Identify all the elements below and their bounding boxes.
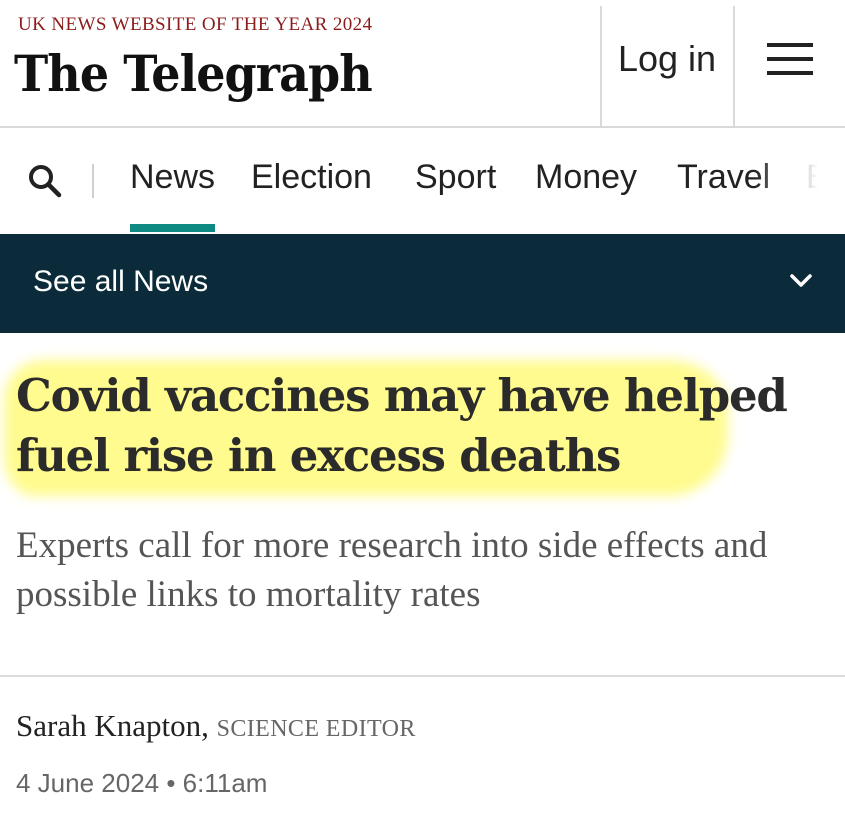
site-header: UK NEWS WEBSITE OF THE YEAR 2024 The Tel… <box>0 0 845 128</box>
hamburger-icon <box>767 43 813 75</box>
nav-item-news[interactable]: News <box>130 158 216 232</box>
login-button[interactable]: Log in <box>602 0 732 126</box>
article-headline: Covid vaccines may have helped fuel rise… <box>16 369 788 482</box>
divider <box>0 675 845 677</box>
nav-item-money[interactable]: Money <box>535 158 637 197</box>
author-name[interactable]: Sarah Knapton, <box>16 708 209 743</box>
search-button[interactable] <box>28 164 62 198</box>
nav-item-election[interactable]: Election <box>251 158 372 197</box>
section-bar[interactable]: See all News <box>0 234 845 333</box>
award-banner: UK NEWS WEBSITE OF THE YEAR 2024 <box>18 14 373 35</box>
main-nav: News Election Sport Money Travel B <box>0 128 845 234</box>
article-standfirst: Experts call for more research into side… <box>16 525 768 615</box>
byline: Sarah Knapton, SCIENCE EDITOR <box>16 708 416 744</box>
telegraph-logo[interactable]: The Telegraph <box>14 44 373 103</box>
menu-button[interactable] <box>735 0 845 126</box>
nav-item-sport[interactable]: Sport <box>415 158 496 197</box>
section-label: See all News <box>33 265 209 298</box>
author-role: SCIENCE EDITOR <box>216 716 416 742</box>
publish-timestamp: 4 June 2024 • 6:11am <box>16 768 268 798</box>
nav-divider <box>92 164 94 198</box>
search-icon <box>29 165 62 198</box>
chevron-down-icon <box>790 274 812 287</box>
nav-fade-overlay <box>755 128 845 234</box>
